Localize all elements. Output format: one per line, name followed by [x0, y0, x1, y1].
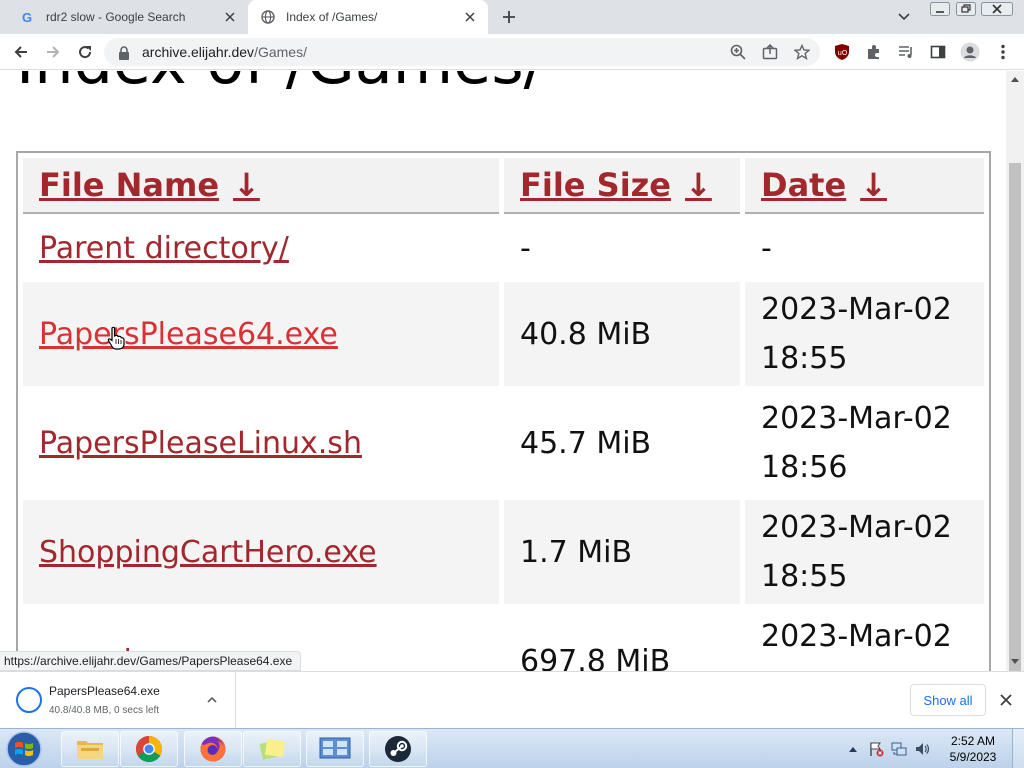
vertical-scrollbar[interactable]: [1006, 71, 1024, 677]
action-center-flag-icon[interactable]: [868, 741, 884, 757]
zoom-icon[interactable]: [728, 42, 748, 62]
file-size-cell: -: [520, 230, 531, 266]
address-bar[interactable]: archive.elijahr.dev/Games/: [104, 38, 820, 66]
start-button[interactable]: [4, 730, 44, 768]
file-date-cell: 2023-Mar-02 18:56: [761, 401, 952, 485]
scroll-down-arrow-icon[interactable]: [1010, 657, 1020, 667]
column-header-file-size[interactable]: File Size ↓: [504, 158, 740, 214]
close-icon[interactable]: [220, 7, 240, 27]
file-link[interactable]: ShoppingCartHero.exe: [39, 535, 377, 570]
firefox-icon[interactable]: [184, 731, 242, 767]
tab-google-search[interactable]: G rdr2 slow - Google Search: [8, 0, 248, 34]
restore-button[interactable]: [954, 0, 978, 18]
sort-by-size-link[interactable]: File Size ↓: [520, 166, 712, 204]
system-clock[interactable]: 2:52 AM 5/9/2023: [940, 733, 1006, 765]
file-link[interactable]: Parent directory/: [39, 231, 289, 266]
chevron-up-icon[interactable]: [204, 692, 220, 708]
file-size-cell: 697.8 MiB: [520, 643, 671, 672]
file-size-cell: 40.8 MiB: [504, 282, 740, 386]
show-desktop-button[interactable]: [1012, 729, 1024, 768]
chrome-icon[interactable]: [120, 731, 178, 767]
file-name-cell: PapersPleaseLinux.sh: [23, 391, 499, 495]
ublock-origin-icon[interactable]: uO: [829, 39, 855, 65]
file-date-cell: -: [761, 230, 772, 266]
windows-taskbar: 2:52 AM 5/9/2023: [0, 728, 1024, 768]
google-g-icon: G: [20, 9, 36, 25]
profile-avatar-icon[interactable]: [957, 39, 983, 65]
download-progress-ring-icon: [16, 687, 42, 713]
download-item[interactable]: PapersPlease64.exe 40.8/40.8 MB, 0 secs …: [0, 672, 236, 728]
svg-text:uO: uO: [838, 49, 848, 57]
reload-button[interactable]: [72, 39, 98, 65]
bookmark-star-icon[interactable]: [792, 42, 812, 62]
sticky-notes-icon[interactable]: [243, 731, 301, 767]
lock-icon[interactable]: [118, 45, 130, 64]
browser-toolbar: archive.elijahr.dev/Games/ uO: [0, 34, 1024, 70]
table-row: PapersPleaseLinux.sh 45.7 MiB 2023-Mar-0…: [23, 391, 984, 495]
page-title: Index of /Games/: [16, 71, 545, 98]
globe-icon: [260, 9, 276, 25]
download-status: 40.8/40.8 MB, 0 secs left: [49, 705, 160, 716]
scroll-up-arrow-icon[interactable]: [1010, 74, 1020, 84]
column-header-file-name[interactable]: File Name ↓: [23, 158, 499, 214]
scrollbar-thumb[interactable]: [1009, 163, 1021, 677]
table-row: Parent directory/ - -: [23, 219, 984, 277]
extensions-puzzle-icon[interactable]: [861, 39, 887, 65]
file-name-cell: ShoppingCartHero.exe: [23, 500, 499, 604]
menu-kebab-icon[interactable]: [990, 39, 1016, 65]
sort-arrow-icon: ↓: [684, 166, 712, 204]
url-text: archive.elijahr.dev/Games/: [142, 44, 307, 60]
media-queue-icon[interactable]: [893, 39, 919, 65]
tab-title: Index of /Games/: [286, 10, 378, 24]
page-viewport: Index of /Games/ File Name↓ File Size↓ D…: [0, 71, 1006, 671]
table-row: PapersPlease64.exe 40.8 MiB 2023-Mar-02 …: [23, 282, 984, 386]
tray-show-hidden-icon[interactable]: [845, 741, 861, 757]
file-name-cell: Parent directory/: [23, 219, 499, 277]
sort-arrow-icon: ↓: [860, 166, 887, 204]
tab-search-chevron-icon[interactable]: [893, 6, 915, 28]
tab-strip: G rdr2 slow - Google Search Index of /Ga…: [0, 0, 1024, 34]
file-date-cell: 2023-Mar-02 18:55: [745, 500, 984, 604]
sort-by-date-link[interactable]: Date ↓: [761, 166, 887, 204]
download-file-name: PapersPlease64.exe: [49, 684, 160, 698]
show-all-button[interactable]: Show all: [910, 684, 986, 716]
control-panel-icon[interactable]: [306, 731, 364, 767]
column-header-date[interactable]: Date ↓: [745, 158, 984, 214]
close-window-button[interactable]: [980, 0, 1014, 18]
forward-button[interactable]: [40, 39, 66, 65]
sort-by-name-link[interactable]: File Name ↓: [39, 166, 260, 204]
file-name-cell: PapersPlease64.exe: [23, 282, 499, 386]
network-icon[interactable]: [891, 741, 907, 757]
file-link[interactable]: PapersPlease64.exe: [39, 317, 338, 352]
file-size-cell: 45.7 MiB: [520, 425, 652, 461]
clock-date: 5/9/2023: [949, 750, 997, 764]
file-size-cell: 1.7 MiB: [504, 500, 740, 604]
windows-explorer-icon[interactable]: [61, 731, 119, 767]
tab-index-of-games[interactable]: Index of /Games/: [248, 0, 488, 34]
file-date-cell: 2023-Mar-02 18:55: [745, 282, 984, 386]
table-row: ShoppingCartHero.exe 1.7 MiB 2023-Mar-02…: [23, 500, 984, 604]
file-date-cell: 2023-Mar-02 18:55: [761, 619, 952, 671]
share-icon[interactable]: [760, 42, 780, 62]
side-panel-icon[interactable]: [925, 39, 951, 65]
back-button[interactable]: [8, 39, 34, 65]
sort-arrow-icon: ↓: [233, 166, 260, 204]
link-status-bubble: https://archive.elijahr.dev/Games/Papers…: [0, 651, 302, 671]
volume-icon[interactable]: [914, 741, 930, 757]
clock-time: 2:52 AM: [950, 734, 996, 748]
new-tab-button[interactable]: [498, 6, 520, 28]
file-listing-table: File Name ↓ File Size ↓ Date ↓ Parent direc…: [16, 151, 991, 671]
download-shelf: PapersPlease64.exe 40.8/40.8 MB, 0 secs …: [0, 671, 1024, 728]
close-shelf-icon[interactable]: [996, 690, 1016, 710]
tab-title: rdr2 slow - Google Search: [46, 10, 186, 24]
svg-text:G: G: [22, 10, 32, 24]
hand-cursor-icon: [106, 326, 126, 350]
close-icon[interactable]: [460, 7, 480, 27]
table-header-row: File Name ↓ File Size ↓ Date ↓: [23, 158, 984, 214]
minimize-button[interactable]: [928, 0, 952, 18]
steam-icon[interactable]: [369, 731, 427, 767]
file-link[interactable]: PapersPleaseLinux.sh: [39, 426, 362, 461]
